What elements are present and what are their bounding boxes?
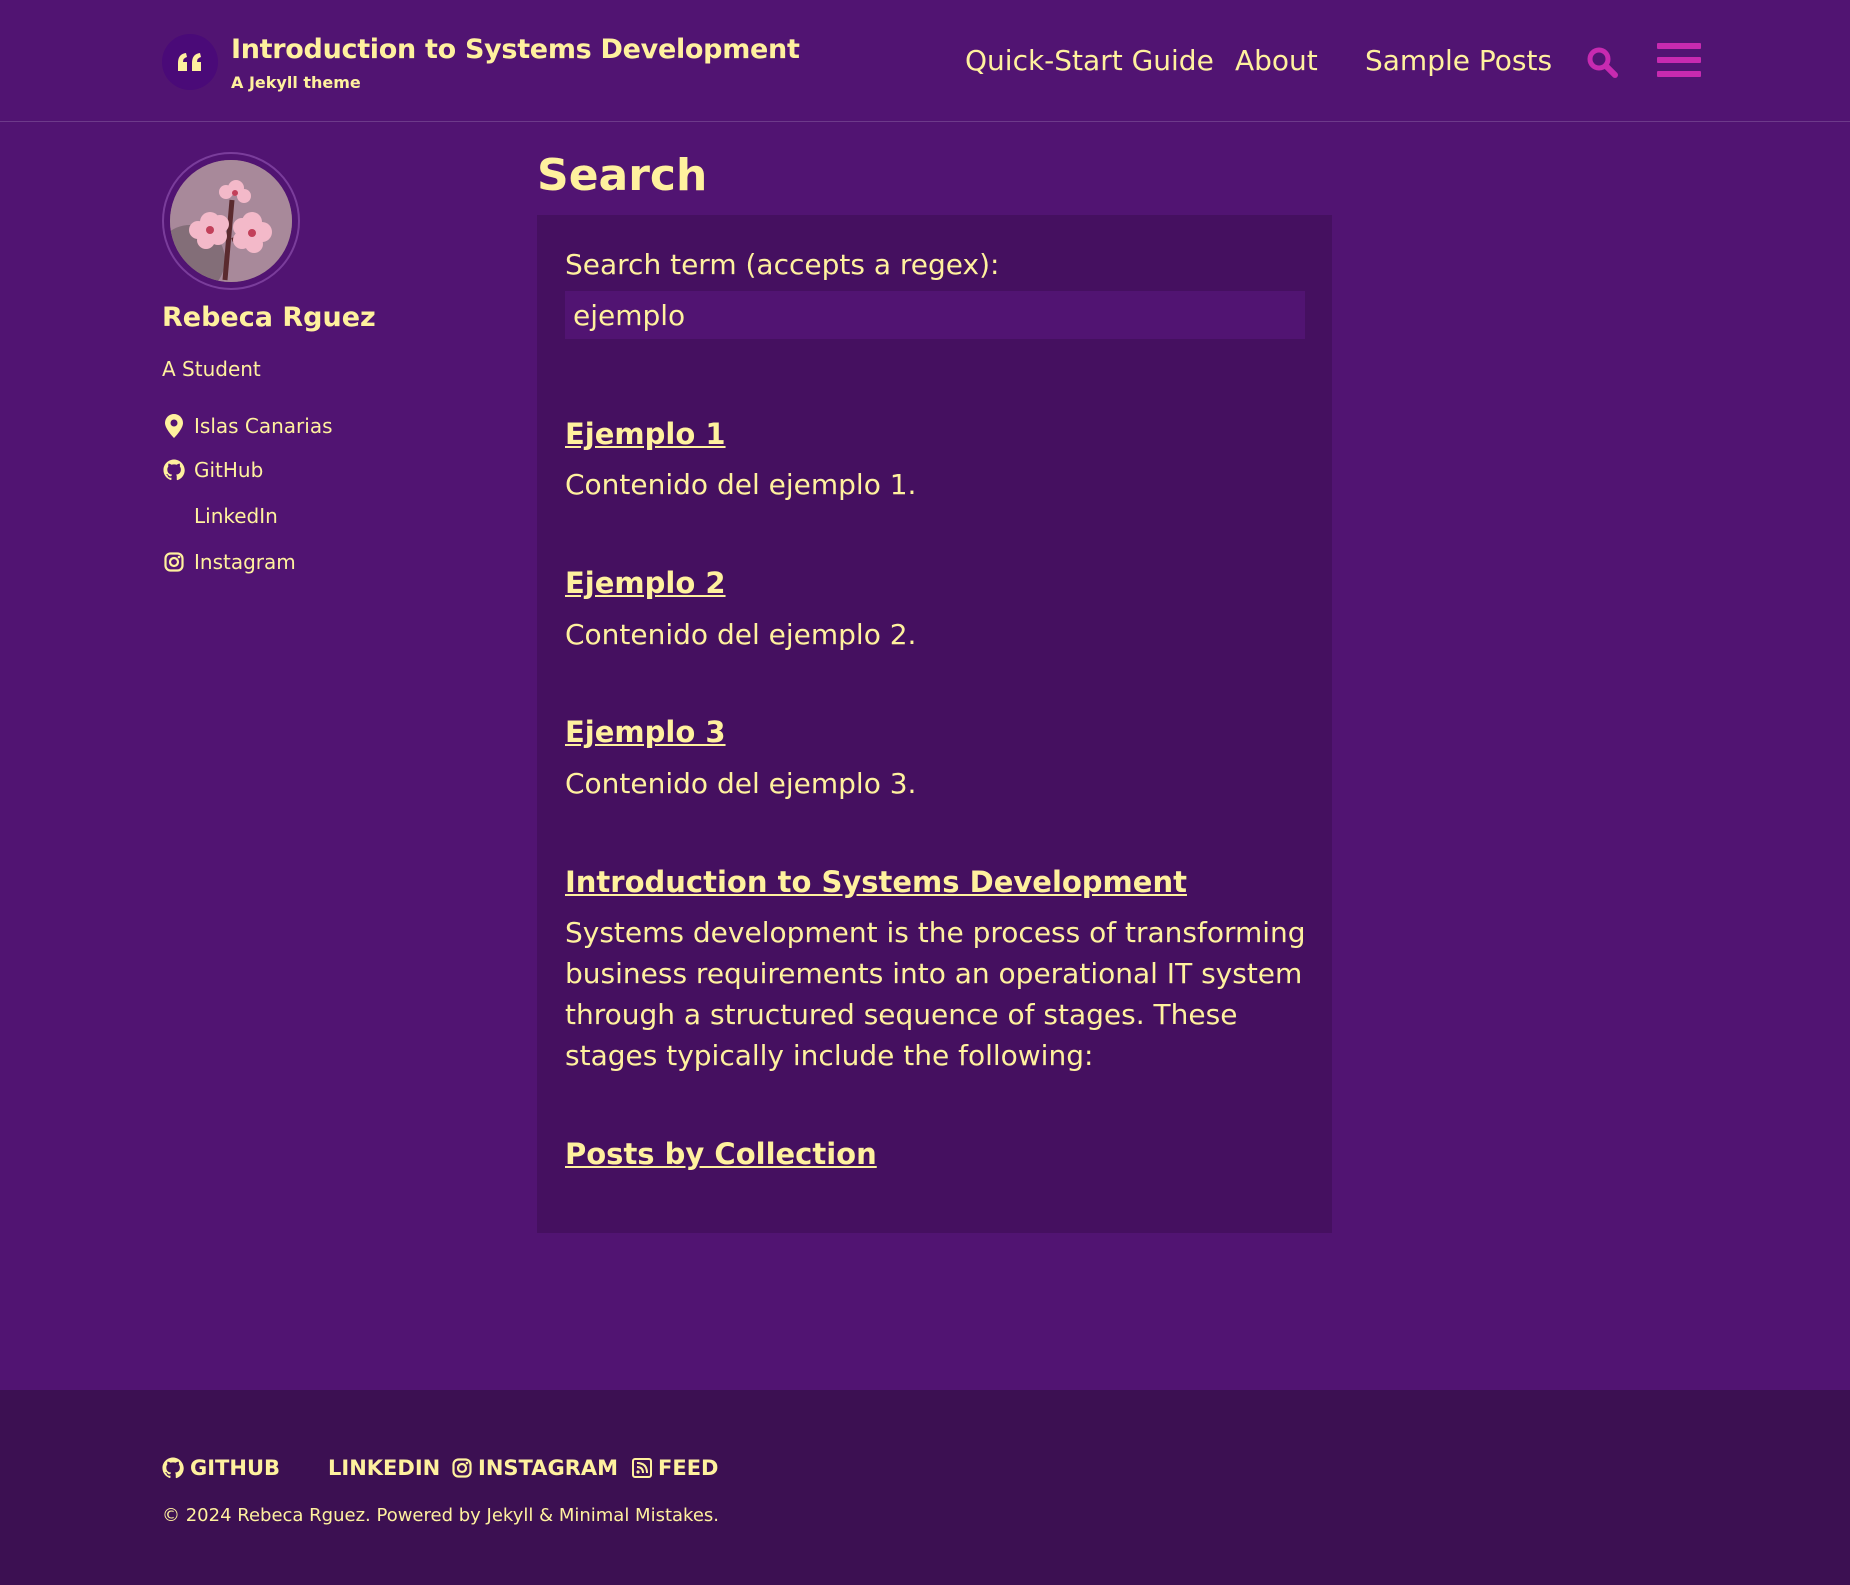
hamburger-icon-bar (1657, 57, 1701, 63)
search-toggle-button[interactable] (1586, 46, 1620, 80)
site-subtitle: A Jekyll theme (231, 73, 361, 92)
author-link-github[interactable]: GitHub (162, 458, 263, 482)
footer-link-github[interactable]: GitHub (162, 1456, 280, 1480)
author-link-label: Instagram (194, 550, 296, 574)
hamburger-icon-bar (1657, 71, 1701, 77)
nav-sample-posts[interactable]: Sample Posts (1365, 44, 1552, 77)
search-result-title[interactable]: Ejemplo 3 (565, 715, 726, 749)
page-footer (0, 1390, 1850, 1585)
linkedin-icon (162, 504, 186, 528)
instagram-icon (452, 1458, 472, 1478)
author-link-linkedin[interactable]: LinkedIn (162, 504, 278, 528)
footer-link-linkedin[interactable]: LinkedIn (328, 1456, 440, 1480)
search-label: Search term (accepts a regex): (565, 248, 1000, 281)
footer-link-label: Feed (658, 1456, 719, 1480)
site-logo[interactable] (162, 34, 218, 90)
author-link-label: LinkedIn (194, 504, 278, 528)
flower-avatar-icon (170, 160, 292, 282)
copyright-text: © 2024 Rebeca Rguez. Powered by Jekyll &… (162, 1505, 720, 1526)
github-icon (162, 458, 186, 482)
author-name: Rebeca Rguez (162, 302, 376, 333)
search-result-title[interactable]: Ejemplo 2 (565, 566, 726, 600)
search-result-title[interactable]: Ejemplo 1 (565, 417, 726, 451)
author-location-label: Islas Canarias (194, 414, 333, 438)
map-marker-icon (162, 414, 186, 438)
avatar-image (170, 160, 292, 282)
search-result-title[interactable]: Introduction to Systems Development (565, 865, 1187, 899)
author-link-instagram[interactable]: Instagram (162, 550, 296, 574)
search-result-title[interactable]: Posts by Collection (565, 1137, 877, 1171)
search-result-excerpt: Systems development is the process of tr… (565, 916, 1306, 1072)
author-location: Islas Canarias (162, 414, 333, 438)
search-result-excerpt: Contenido del ejemplo 3. (565, 767, 917, 800)
nav-about[interactable]: About (1235, 44, 1318, 77)
author-avatar (162, 152, 300, 290)
footer-link-instagram[interactable]: Instagram (452, 1456, 618, 1480)
masthead: Introduction to Systems Development A Je… (0, 0, 1850, 122)
footer-link-label: Instagram (478, 1456, 619, 1480)
footer-link-label: GitHub (190, 1456, 281, 1480)
footer-link-feed[interactable]: Feed (632, 1456, 718, 1480)
site-title[interactable]: Introduction to Systems Development (231, 34, 800, 65)
quote-logo-icon (178, 53, 201, 71)
search-icon (1587, 47, 1618, 78)
hamburger-menu-button[interactable] (1657, 43, 1701, 81)
author-bio: A Student (162, 357, 261, 381)
page-title: Search (537, 150, 708, 201)
search-results-panel: Search term (accepts a regex): Ejemplo 1… (537, 215, 1332, 1233)
footer-link-label: LinkedIn (328, 1456, 441, 1480)
search-result-excerpt: Contenido del ejemplo 1. (565, 468, 917, 501)
author-link-label: GitHub (194, 458, 264, 482)
rss-icon (632, 1458, 652, 1478)
nav-quick-start-guide[interactable]: Quick-Start Guide (965, 44, 1214, 77)
search-input[interactable] (565, 291, 1305, 339)
instagram-icon (162, 550, 186, 574)
github-icon (162, 1457, 184, 1479)
hamburger-icon-bar (1657, 43, 1701, 49)
search-result-excerpt: Contenido del ejemplo 2. (565, 618, 917, 651)
